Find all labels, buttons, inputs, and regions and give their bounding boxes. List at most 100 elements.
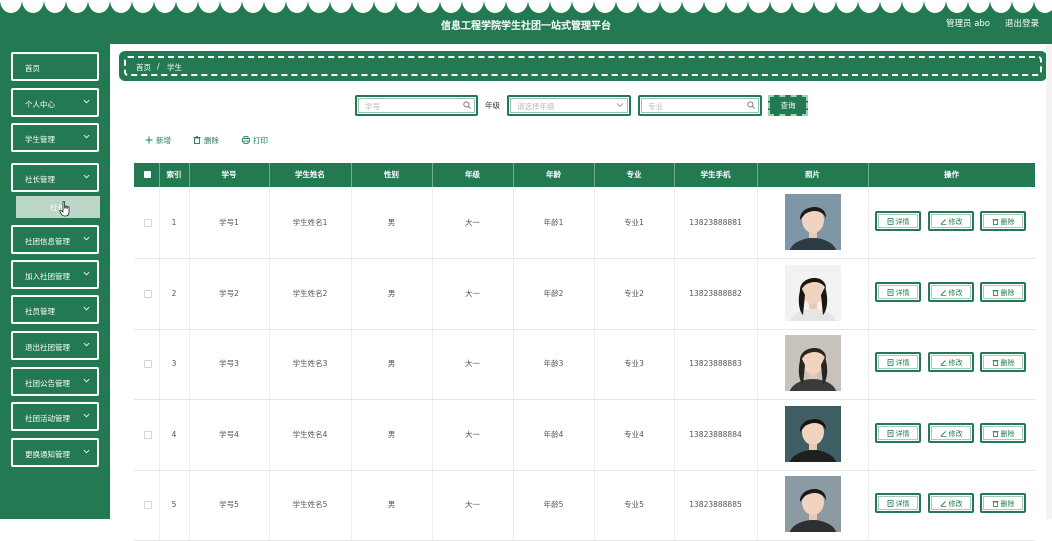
row-checkbox[interactable] (144, 360, 152, 368)
edit-row-button[interactable]: 修改 (928, 352, 974, 372)
delete-row-button[interactable]: 删除 (980, 423, 1026, 443)
detail-row-button[interactable]: 详情 (875, 211, 921, 231)
detail-row-button[interactable]: 详情 (875, 493, 921, 513)
pencil-icon (940, 219, 946, 225)
trash-icon (992, 290, 998, 296)
print-button[interactable]: 打印 (242, 135, 268, 146)
breadcrumb-current: 学生 (167, 63, 182, 72)
detail-row-button-label: 详情 (895, 289, 910, 297)
add-button[interactable]: 新增 (145, 135, 171, 146)
breadcrumb: 首页 / 学生 (119, 51, 1047, 81)
scallop (968, 0, 990, 13)
sidebar-item-6[interactable]: 社员管理 (11, 295, 99, 324)
scallop (550, 0, 572, 13)
trash-icon (992, 431, 998, 437)
student-id-placeholder: 学号 (365, 102, 380, 111)
cell-major: 专业3 (624, 359, 644, 368)
delete-button[interactable]: 删除 (193, 135, 219, 146)
chevron-down-icon (83, 134, 90, 139)
edit-row-button-label: 修改 (948, 289, 963, 297)
delete-row-button[interactable]: 删除 (980, 211, 1026, 231)
edit-row-button[interactable]: 修改 (928, 493, 974, 513)
edit-row-button[interactable]: 修改 (928, 423, 974, 443)
edit-row-button[interactable]: 修改 (928, 282, 974, 302)
sidebar-item-0[interactable]: 首页 (11, 52, 99, 81)
cell-divider (757, 400, 758, 470)
sidebar-item-1[interactable]: 个人中心 (11, 88, 99, 117)
sidebar-item-9[interactable]: 社团活动管理 (11, 402, 99, 431)
row-checkbox[interactable] (144, 219, 152, 227)
sidebar-item-label: 社长管理 (25, 175, 55, 184)
select-all-checkbox[interactable] (144, 171, 151, 178)
sidebar-item-2[interactable]: 学生管理 (11, 123, 99, 152)
cell-major: 专业4 (624, 430, 644, 439)
scallop (418, 0, 440, 13)
cell-name: 学生姓名4 (292, 430, 328, 439)
sidebar-item-label: 社团活动管理 (25, 414, 70, 423)
cell-phone: 13823888881 (689, 218, 742, 227)
sidebar-item-5[interactable]: 加入社团管理 (11, 260, 99, 289)
sidebar-item-10[interactable]: 更换通知管理 (11, 438, 99, 467)
detail-row-button[interactable]: 详情 (875, 423, 921, 443)
document-icon (887, 500, 893, 507)
scallop (66, 0, 88, 13)
cell-gender: 男 (387, 289, 396, 298)
scallop (1012, 0, 1034, 13)
cell-major: 专业2 (624, 289, 644, 298)
column-header: 学生手机 (700, 170, 731, 179)
column-header: 照片 (805, 170, 820, 179)
student-id-search-input[interactable]: 学号 (355, 95, 478, 116)
scallop (1034, 0, 1052, 13)
cell-student-id: 学号2 (219, 289, 239, 298)
row-checkbox[interactable] (144, 290, 152, 298)
cell-index: 1 (171, 218, 177, 227)
column-header: 专业 (626, 170, 642, 179)
delete-row-button-label: 删除 (1000, 500, 1015, 508)
scallop (22, 0, 44, 13)
cell-index: 2 (171, 289, 177, 298)
column-header: 性别 (384, 170, 399, 179)
row-checkbox[interactable] (144, 431, 152, 439)
scrollbar[interactable] (1046, 44, 1052, 519)
edit-row-button-label: 修改 (948, 218, 963, 226)
scallop (286, 0, 308, 13)
sidebar-item-8[interactable]: 社团公告管理 (11, 367, 99, 396)
trash-icon (193, 136, 201, 144)
detail-row-button[interactable]: 详情 (875, 352, 921, 372)
cell-student-id: 学号4 (219, 430, 239, 439)
scallop (924, 0, 946, 13)
grade-select[interactable]: 请选择年级 (507, 95, 631, 116)
cell-student-id: 学号3 (219, 359, 239, 368)
major-search-input[interactable]: 专业 (638, 95, 762, 116)
table-row: 1 学号1 学生姓名1 男 大一 年龄1 专业1 13823888881 详情 修改 删除 (134, 188, 1035, 259)
cell-age: 年龄1 (543, 218, 564, 227)
scallop (858, 0, 880, 13)
sidebar-item-3[interactable]: 社长管理 (11, 163, 99, 192)
delete-row-button-label: 删除 (1000, 359, 1015, 367)
delete-row-button[interactable]: 删除 (980, 493, 1026, 513)
detail-row-button-label: 详情 (895, 500, 910, 508)
sidebar-item-4[interactable]: 社团信息管理 (11, 225, 99, 254)
grade-label: 年级 (485, 101, 500, 110)
cell-grade: 大一 (465, 500, 480, 509)
scallop (154, 0, 176, 13)
sidebar-item-7[interactable]: 退出社团管理 (11, 331, 99, 360)
delete-row-button[interactable]: 删除 (980, 282, 1026, 302)
row-checkbox[interactable] (144, 501, 152, 509)
trash-icon (992, 360, 998, 366)
detail-row-button[interactable]: 详情 (875, 282, 921, 302)
scallop (726, 0, 748, 13)
scallop (110, 0, 132, 13)
scallop (198, 0, 220, 13)
delete-button-label: 删除 (204, 136, 219, 145)
breadcrumb-home[interactable]: 首页 (136, 62, 151, 73)
delete-row-button[interactable]: 删除 (980, 352, 1026, 372)
logout-link[interactable]: 退出登录 (1005, 17, 1039, 29)
cell-age: 年龄5 (543, 500, 564, 509)
edit-row-button[interactable]: 修改 (928, 211, 974, 231)
query-button[interactable]: 查询 (768, 95, 808, 116)
scallop-decoration (0, 0, 1052, 13)
submenu-item-president[interactable]: 社长 (16, 196, 100, 218)
cell-gender: 男 (387, 430, 396, 439)
cell-major: 专业1 (624, 218, 644, 227)
